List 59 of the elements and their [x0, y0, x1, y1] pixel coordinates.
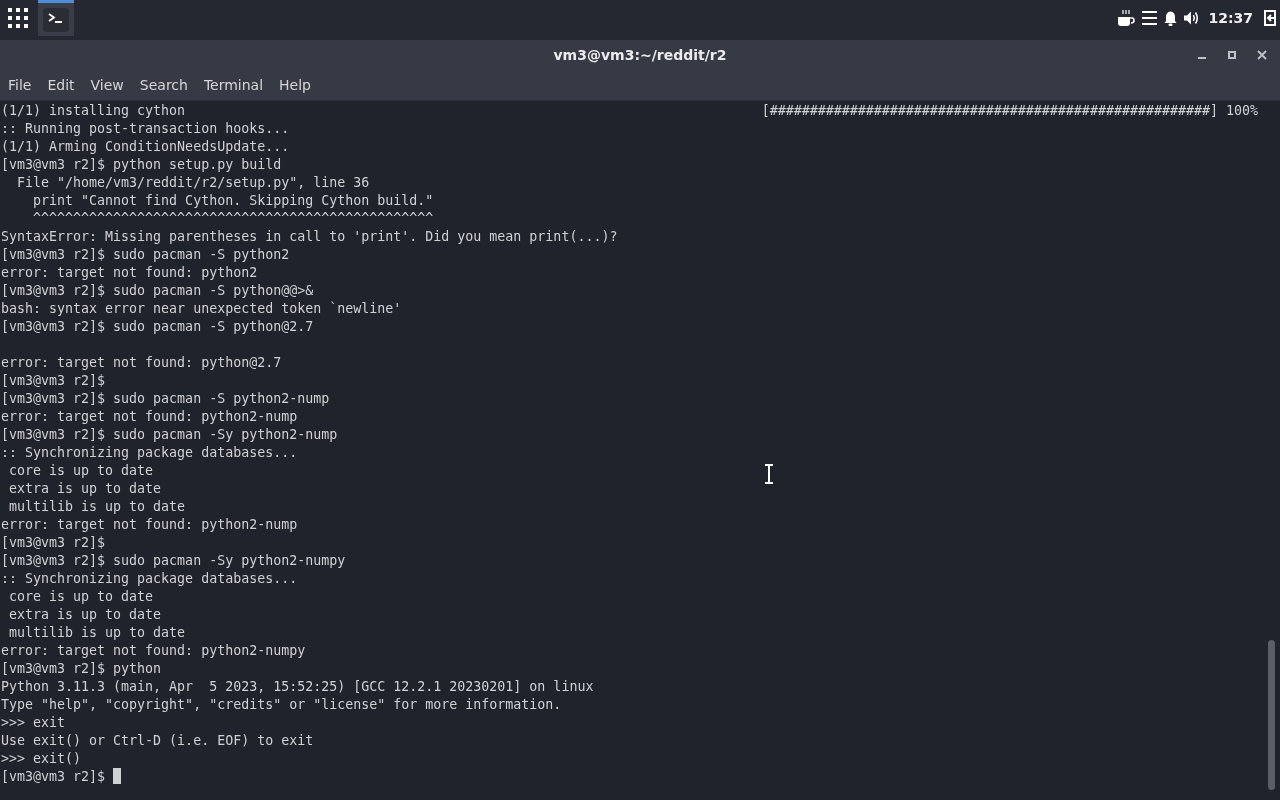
terminal-line: :: Running post-transaction hooks...: [1, 121, 290, 136]
menu-item[interactable]: Help: [271, 70, 319, 100]
terminal-line: [vm3@vm3 r2]$ sudo pacman -S python2-nump: [1, 391, 330, 406]
terminal-line: core is up to date: [8, 463, 154, 478]
terminal-line: :: Synchronizing package databases...: [1, 571, 298, 586]
mouse-i-beam-icon: [764, 464, 774, 484]
menu-item[interactable]: View: [82, 70, 132, 100]
terminal-line: >>> exit(): [1, 751, 82, 766]
terminal-line: multilib is up to date: [8, 625, 186, 640]
terminal-line: [vm3@vm3 r2]$ sudo pacman -S python2: [1, 247, 290, 262]
terminal-line: Use exit() or Ctrl-D (i.e. EOF) to exit: [1, 733, 314, 748]
terminal-line: File "/home/vm3/reddit/r2/setup.py", line 36: [16, 175, 370, 190]
progress-text: [#######################################################]: [761, 102, 1218, 120]
terminal-line: bash: syntax error near unexpected token `newline': [1, 301, 402, 316]
speaker-icon: [1184, 11, 1200, 25]
terminal-line: [vm3@vm3 r2]$ sudo pacman -Sy python2-nump: [1, 427, 338, 442]
terminal-line: extra is up to date: [8, 481, 162, 496]
window-title: vm3@vm3:~/reddit/r2: [553, 45, 727, 65]
menu-item[interactable]: Edit: [39, 70, 83, 100]
bell-icon: [1164, 10, 1178, 26]
terminal-line: multilib is up to date: [8, 499, 186, 514]
terminal-line: (1/1) Arming ConditionNeedsUpdate...: [1, 139, 290, 154]
terminal-line: >>> exit: [1, 715, 66, 730]
terminal-line: [vm3@vm3 r2]$: [1, 373, 106, 388]
terminal-line: [vm3@vm3 r2]$ python setup.py build: [1, 157, 282, 172]
close-icon: [1257, 50, 1267, 60]
terminal-line: (1/1) installing cython: [1, 102, 186, 120]
terminal-line: error: target not found: python2-nump: [1, 517, 298, 532]
logout-icon: [1264, 10, 1276, 26]
terminal-line: error: target not found: python2: [1, 265, 258, 280]
terminal-line: :: Synchronizing package databases...: [1, 445, 298, 460]
terminal-line: error: target not found: python2-nump: [1, 409, 298, 424]
terminal-line: ^^^^^^^^^^^^^^^^^^^^^^^^^^^^^^^^^^^^^^^^^^^^^^^^^^: [32, 211, 434, 226]
terminal-line: [vm3@vm3 r2]$: [1, 535, 106, 550]
terminal-line: SyntaxError: Missing parentheses in call to 'print'. Did you mean print(...)?: [1, 229, 618, 244]
clock-text: 12:37: [1208, 8, 1253, 28]
menu-item[interactable]: Search: [131, 70, 196, 100]
coffee-cup-icon: [1117, 9, 1136, 27]
terminal-prompt: [vm3@vm3 r2]$: [1, 769, 106, 784]
terminal-line: [vm3@vm3 r2]$ sudo pacman -S python@@>&: [1, 283, 314, 298]
list-icon: [1142, 11, 1158, 25]
scrollbar-thumb[interactable]: [1268, 640, 1275, 790]
terminal-line: Python 3.11.3 (main, Apr 5 2023, 15:52:25) [GCC 12.2.1 20230201] on linux: [1, 679, 594, 694]
terminal-taskbar-button[interactable]: [38, 0, 74, 36]
terminal-icon: [43, 7, 69, 32]
menu-item[interactable]: Terminal: [195, 70, 272, 100]
app-grid-icon: [8, 8, 28, 28]
terminal-line: core is up to date: [8, 589, 154, 604]
terminal-line: error: target not found: python2-numpy: [1, 643, 306, 658]
terminal-line: [vm3@vm3 r2]$ python: [1, 661, 162, 676]
terminal-line: [vm3@vm3 r2]$ sudo pacman -Sy python2-numpy: [1, 553, 346, 568]
terminal-line: extra is up to date: [8, 607, 162, 622]
terminal-line: error: target not found: python@2.7: [1, 355, 282, 370]
progress-percent: 100%: [1225, 102, 1258, 120]
terminal-line: Type "help", "copyright", "credits" or "license" for more information.: [1, 697, 562, 712]
maximize-icon: [1228, 51, 1236, 59]
menu-item[interactable]: File: [0, 70, 40, 100]
terminal-line: [vm3@vm3 r2]$ sudo pacman -S python@2.7: [1, 319, 314, 334]
terminal-line: print "Cannot find Cython. Skipping Cython build.": [32, 193, 434, 208]
